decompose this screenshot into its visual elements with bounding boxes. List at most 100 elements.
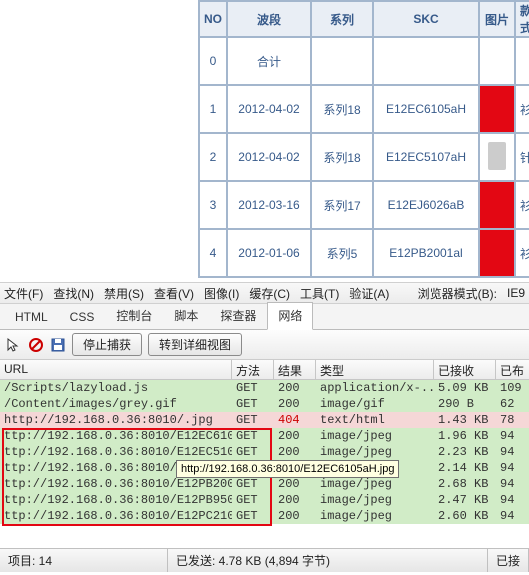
cell-method: GET [232, 380, 274, 396]
cell-series: 系列17 [311, 181, 373, 229]
table-row[interactable]: 12012-04-02系列18E12EC6105aH衫 [199, 85, 529, 133]
cell-method: GET [232, 476, 274, 492]
cell-started: 94 [496, 428, 526, 444]
cell-band: 合计 [227, 37, 311, 85]
cell-skc: E12EJ6026aB [373, 181, 479, 229]
cell-result: 200 [274, 428, 316, 444]
network-row[interactable]: /Content/images/grey.gifGET200image/gif2… [0, 396, 529, 412]
cell-method: GET [232, 492, 274, 508]
tab-profiler[interactable]: 探查器 [209, 302, 267, 329]
menu-disable[interactable]: 禁用(S) [104, 285, 144, 302]
menu-tools[interactable]: 工具(T) [300, 285, 339, 302]
network-grid-body: /Scripts/lazyload.jsGET200application/x-… [0, 380, 529, 524]
network-row[interactable]: http://192.168.0.36:8010/.jpgGET404text/… [0, 412, 529, 428]
browser-mode-label: 浏览器模式(B): [418, 285, 497, 302]
col-header-no[interactable]: NO [199, 1, 227, 37]
tab-html[interactable]: HTML [4, 305, 59, 329]
cell-style: 衫 [515, 229, 529, 277]
cell-type: application/x-... [316, 380, 434, 396]
cell-img [479, 229, 515, 277]
menu-file[interactable]: 文件(F) [4, 285, 43, 302]
cell-received: 2.68 KB [434, 476, 496, 492]
cell-url: http://192.168.0.36:8010/.jpg [0, 412, 232, 428]
network-row[interactable]: ttp://192.168.0.36:8010/E12EC610...GET20… [0, 428, 529, 444]
table-row[interactable]: 0合计 [199, 37, 529, 85]
network-row[interactable]: /Scripts/lazyload.jsGET200application/x-… [0, 380, 529, 396]
cell-url: ttp://192.168.0.36:8010/E12PB200... [0, 476, 232, 492]
cell-started: 94 [496, 476, 526, 492]
network-row[interactable]: ttp://192.168.0.36:8010/E12PB950...GET20… [0, 492, 529, 508]
status-items: 项目: 14 [0, 549, 168, 572]
browser-mode-value[interactable]: IE9 [507, 286, 525, 300]
tab-console[interactable]: 控制台 [105, 302, 163, 329]
cell-result: 200 [274, 476, 316, 492]
stop-capture-button[interactable]: 停止捕获 [72, 333, 142, 356]
cell-img [479, 37, 515, 85]
cell-url: ttp://192.168.0.36:8010/E12EC610... [0, 428, 232, 444]
col-started[interactable]: 已布 [496, 360, 526, 379]
cell-received: 290 B [434, 396, 496, 412]
cell-band: 2012-04-02 [227, 133, 311, 181]
cell-url: ttp://192.168.0.36:8010/E12PC210... [0, 508, 232, 524]
clear-icon[interactable] [28, 337, 44, 353]
cell-received: 1.96 KB [434, 428, 496, 444]
menu-view[interactable]: 查看(V) [154, 285, 194, 302]
col-method[interactable]: 方法 [232, 360, 274, 379]
thumb-icon [488, 142, 506, 170]
select-element-icon[interactable] [6, 337, 22, 353]
cell-series: 系列18 [311, 85, 373, 133]
cell-skc: E12PB2001al [373, 229, 479, 277]
cell-img [479, 85, 515, 133]
col-header-band[interactable]: 波段 [227, 1, 311, 37]
cell-result: 200 [274, 508, 316, 524]
detail-view-button[interactable]: 转到详细视图 [148, 333, 242, 356]
col-header-style[interactable]: 款式 [515, 1, 529, 37]
menu-find[interactable]: 查找(N) [53, 285, 94, 302]
menu-cache[interactable]: 缓存(C) [249, 285, 290, 302]
network-row[interactable]: ttp://192.168.0.36:8010/E12PC210...GET20… [0, 508, 529, 524]
col-result[interactable]: 结果 [274, 360, 316, 379]
network-row[interactable]: ttp://192.168.0.36:8010/E12PB200...GET20… [0, 476, 529, 492]
tab-script[interactable]: 脚本 [163, 302, 209, 329]
cell-series: 系列18 [311, 133, 373, 181]
cell-started: 62 [496, 396, 526, 412]
menu-images[interactable]: 图像(I) [204, 285, 239, 302]
cell-url: /Scripts/lazyload.js [0, 380, 232, 396]
cell-result: 200 [274, 444, 316, 460]
cell-started: 109 [496, 380, 526, 396]
network-row[interactable]: ttp://192.168.0.36:8010/E12EC510...GET20… [0, 444, 529, 460]
status-sent: 已发送: 4.78 KB (4,894 字节) [168, 549, 488, 572]
cell-method: GET [232, 508, 274, 524]
save-icon[interactable] [50, 337, 66, 353]
cell-type: image/jpeg [316, 428, 434, 444]
cell-received: 2.14 KB [434, 460, 496, 476]
col-received[interactable]: 已接收 [434, 360, 496, 379]
cell-skc: E12EC6105aH [373, 85, 479, 133]
table-row[interactable]: 32012-03-16系列17E12EJ6026aB衫 [199, 181, 529, 229]
cell-type: image/jpeg [316, 444, 434, 460]
col-type[interactable]: 类型 [316, 360, 434, 379]
cell-no: 4 [199, 229, 227, 277]
cell-type: image/jpeg [316, 508, 434, 524]
cell-type: image/gif [316, 396, 434, 412]
tab-css[interactable]: CSS [59, 305, 106, 329]
table-row[interactable]: 42012-01-06系列5E12PB2001al衫 [199, 229, 529, 277]
cell-band: 2012-04-02 [227, 85, 311, 133]
cell-band: 2012-01-06 [227, 229, 311, 277]
cell-no: 1 [199, 85, 227, 133]
table-row[interactable]: 22012-04-02系列18E12EC5107aH针 [199, 133, 529, 181]
col-header-skc[interactable]: SKC [373, 1, 479, 37]
cell-result: 404 [274, 412, 316, 428]
devtools-menubar: 文件(F) 查找(N) 禁用(S) 查看(V) 图像(I) 缓存(C) 工具(T… [0, 282, 529, 304]
cell-started: 78 [496, 412, 526, 428]
cell-style [515, 37, 529, 85]
cell-band: 2012-03-16 [227, 181, 311, 229]
cell-received: 1.43 KB [434, 412, 496, 428]
col-header-series[interactable]: 系列 [311, 1, 373, 37]
cell-img [479, 181, 515, 229]
col-header-img[interactable]: 图片 [479, 1, 515, 37]
devtools-tabbar: HTML CSS 控制台 脚本 探查器 网络 [0, 304, 529, 330]
menu-validate[interactable]: 验证(A) [349, 285, 389, 302]
tab-network[interactable]: 网络 [267, 302, 313, 330]
col-url[interactable]: URL [0, 360, 232, 379]
